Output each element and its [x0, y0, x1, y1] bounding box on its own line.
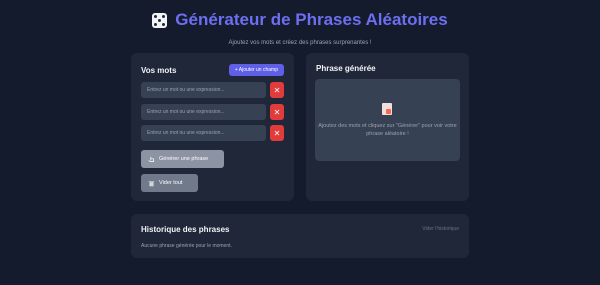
clear-all-label: Vider tout [159, 180, 183, 186]
close-icon: ✕ [273, 85, 281, 95]
history-title: Historique des phrases [141, 225, 230, 234]
word-input[interactable] [141, 82, 266, 98]
word-input[interactable] [141, 104, 266, 120]
history-empty-message: Aucune phrase générée pour le moment. [141, 243, 232, 249]
words-panel-title: Vos mots [141, 65, 177, 75]
phrase-panel-title: Phrase générée [316, 64, 376, 73]
page-header: Générateur de Phrases Aléatoires Ajoutez… [0, 10, 600, 46]
page-title: Générateur de Phrases Aléatoires [175, 10, 448, 29]
generate-label: Générer une phrase [159, 156, 209, 162]
page-title-row: Générateur de Phrases Aléatoires [152, 10, 448, 30]
word-row: ✕ [141, 125, 284, 141]
dice-icon [152, 12, 168, 28]
delete-word-button[interactable]: ✕ [270, 125, 284, 141]
page-subtitle: Ajoutez vos mots et créez des phrases su… [228, 39, 372, 46]
phrase-output: Ajoutez des mots et cliquez sur "Générer… [315, 79, 460, 161]
words-panel: Vos mots + Ajouter un champ ✕ ✕ ✕ Génére… [131, 53, 294, 201]
word-input[interactable] [141, 125, 266, 141]
delete-word-button[interactable]: ✕ [270, 104, 284, 120]
words-panel-header: Vos mots + Ajouter un champ [141, 63, 284, 77]
phrase-empty-message: Ajoutez des mots et cliquez sur "Générer… [318, 123, 457, 137]
word-row: ✕ [141, 82, 284, 98]
generate-button[interactable]: Générer une phrase [141, 150, 224, 168]
trash-icon [148, 180, 155, 186]
hand-pointer-icon [148, 156, 154, 162]
document-icon [382, 103, 392, 115]
delete-word-button[interactable]: ✕ [270, 82, 284, 98]
history-panel: Historique des phrases Vider l'historiqu… [131, 214, 469, 258]
add-field-button[interactable]: + Ajouter un champ [228, 64, 284, 76]
word-row: ✕ [141, 104, 284, 120]
phrase-panel: Phrase générée Ajoutez des mots et cliqu… [306, 53, 469, 201]
close-icon: ✕ [273, 128, 281, 138]
clear-history-button[interactable]: Vider l'historique [422, 226, 459, 232]
clear-all-button[interactable]: Vider tout [141, 174, 198, 192]
close-icon: ✕ [273, 107, 281, 117]
